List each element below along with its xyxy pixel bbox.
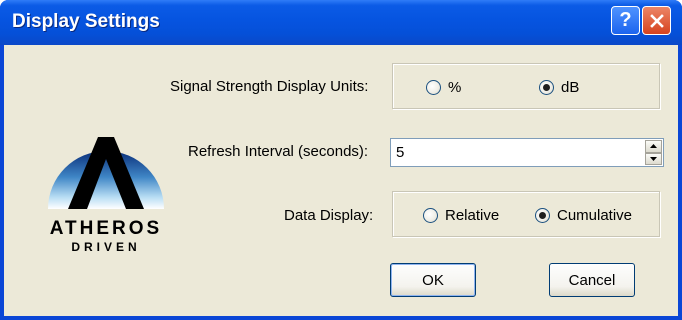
logo-brand-text: ATHEROS xyxy=(50,218,162,239)
refresh-interval-field[interactable] xyxy=(390,138,664,167)
help-button[interactable]: ? xyxy=(611,6,640,35)
refresh-interval-label: Refresh Interval (seconds): xyxy=(188,143,369,160)
refresh-interval-input[interactable] xyxy=(394,143,614,162)
dialog-window: Display Settings ? ATHEROS DRIVEN Signal… xyxy=(0,0,682,320)
window-title: Display Settings xyxy=(12,11,160,32)
radio-relative-label: Relative xyxy=(445,207,500,224)
spin-down-button[interactable] xyxy=(645,152,662,165)
spin-up-button[interactable] xyxy=(645,140,662,153)
cancel-button[interactable]: Cancel xyxy=(549,263,635,297)
radio-percent-circle xyxy=(426,80,441,95)
radio-cumulative[interactable]: Cumulative xyxy=(535,207,632,224)
signal-units-label: Signal Strength Display Units: xyxy=(170,78,369,95)
radio-percent[interactable]: % xyxy=(426,79,461,96)
radio-relative[interactable]: Relative xyxy=(423,207,499,224)
close-icon xyxy=(649,13,664,28)
radio-relative-circle xyxy=(423,208,438,223)
spin-up-icon xyxy=(650,144,657,149)
atheros-logo: ATHEROS DRIVEN xyxy=(48,137,164,254)
radio-db-dot xyxy=(543,84,550,91)
ok-button[interactable]: OK xyxy=(390,263,476,297)
data-display-label: Data Display: xyxy=(284,207,374,224)
spin-down-icon xyxy=(650,156,657,161)
radio-db-label: dB xyxy=(561,79,580,96)
dialog-body: ATHEROS DRIVEN Signal Strength Display U… xyxy=(4,45,678,316)
help-icon: ? xyxy=(619,9,632,31)
title-bar[interactable]: Display Settings ? xyxy=(0,0,682,45)
radio-percent-label: % xyxy=(448,79,462,96)
refresh-interval-spinner[interactable] xyxy=(645,140,662,165)
radio-cumulative-circle xyxy=(535,208,550,223)
radio-db[interactable]: dB xyxy=(539,79,579,96)
close-button[interactable] xyxy=(642,6,671,35)
logo-sub-text: DRIVEN xyxy=(71,240,140,254)
radio-cumulative-label: Cumulative xyxy=(557,207,633,224)
radio-cumulative-dot xyxy=(539,212,546,219)
radio-db-circle xyxy=(539,80,554,95)
